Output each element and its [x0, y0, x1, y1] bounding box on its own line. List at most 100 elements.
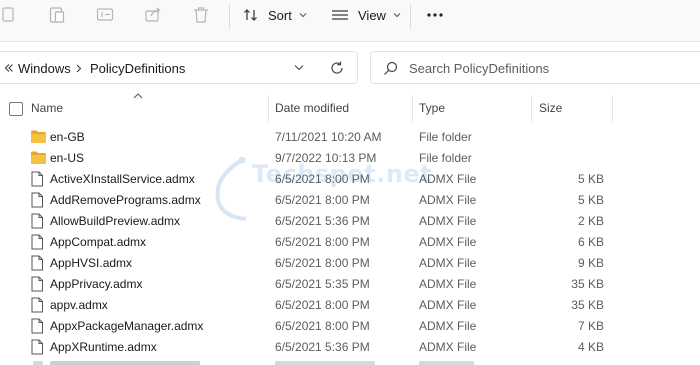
view-label: View [358, 7, 386, 23]
file-name: appv.admx [50, 298, 108, 312]
file-type: ADMX File [419, 214, 477, 228]
search-icon [384, 61, 398, 75]
file-date: 6/5/2021 8:00 PM [275, 172, 370, 186]
breadcrumb-item-windows[interactable]: Windows [18, 61, 71, 76]
list-item[interactable]: ActiveXInstallService.admx 6/5/2021 8:00… [0, 169, 700, 190]
refresh-icon[interactable] [329, 60, 345, 76]
sort-label: Sort [268, 7, 292, 23]
list-item[interactable]: AddRemovePrograms.admx 6/5/2021 8:00 PM … [0, 190, 700, 211]
toolbar-separator [229, 4, 230, 29]
file-date: 6/5/2021 8:00 PM [275, 298, 370, 312]
breadcrumb-overflow-icon[interactable] [4, 63, 14, 73]
document-icon [31, 276, 43, 292]
list-item[interactable]: en-US 9/7/2022 10:13 PM File folder [0, 148, 700, 169]
folder-icon [31, 151, 46, 164]
file-size: 5 KB [577, 172, 604, 186]
document-icon [31, 339, 43, 355]
paste-button[interactable] [48, 4, 66, 26]
file-date: 6/5/2021 5:35 PM [275, 277, 370, 291]
chevron-down-icon [393, 13, 401, 18]
file-type: ADMX File [419, 193, 477, 207]
list-item[interactable]: AppPrivacy.admx 6/5/2021 5:35 PM ADMX Fi… [0, 274, 700, 295]
document-icon [31, 318, 43, 334]
share-icon [145, 7, 161, 22]
column-header-date-modified[interactable]: Date modified [275, 101, 349, 115]
column-header-name[interactable]: Name [31, 101, 63, 115]
file-name: ActiveXInstallService.admx [50, 172, 195, 186]
file-list: en-GB 7/11/2021 10:20 AM File folder en-… [0, 127, 700, 358]
column-header-type[interactable]: Type [419, 101, 445, 115]
file-name: AppPrivacy.admx [50, 277, 143, 291]
file-type: ADMX File [419, 340, 477, 354]
list-item[interactable]: appv.admx 6/5/2021 8:00 PM ADMX File 35 … [0, 295, 700, 316]
file-type: ADMX File [419, 298, 477, 312]
file-name: AllowBuildPreview.admx [50, 214, 181, 228]
toolbar-separator [410, 4, 411, 29]
rename-button[interactable] [96, 4, 114, 26]
file-type: ADMX File [419, 172, 477, 186]
chevron-down-icon [299, 13, 307, 18]
document-icon [31, 192, 43, 208]
file-type: ADMX File [419, 256, 477, 270]
sort-ascending-icon [133, 93, 143, 99]
document-icon [31, 234, 43, 250]
delete-button[interactable] [192, 4, 210, 26]
paste-icon [49, 7, 65, 23]
list-item-partial[interactable] [0, 357, 700, 365]
column-header-size[interactable]: Size [539, 101, 562, 115]
file-date: 6/5/2021 5:36 PM [275, 340, 370, 354]
document-icon [31, 297, 43, 313]
file-type-cutoff [419, 361, 474, 365]
rename-icon [96, 8, 114, 21]
file-date: 6/5/2021 8:00 PM [275, 319, 370, 333]
file-size: 35 KB [571, 298, 604, 312]
document-icon [31, 213, 43, 229]
file-type: File folder [419, 130, 472, 144]
document-icon [31, 171, 43, 187]
file-type: ADMX File [419, 319, 477, 333]
list-item[interactable]: AppCompat.admx 6/5/2021 8:00 PM ADMX Fil… [0, 232, 700, 253]
address-history-dropdown-icon[interactable] [294, 64, 304, 71]
command-bar: Sort View [0, 0, 700, 42]
column-divider[interactable] [268, 95, 269, 123]
search-input[interactable] [409, 59, 689, 77]
file-size: 4 KB [577, 340, 604, 354]
file-type: File folder [419, 151, 472, 165]
delete-icon [194, 7, 208, 23]
list-item[interactable]: AppXRuntime.admx 6/5/2021 5:36 PM ADMX F… [0, 337, 700, 358]
list-item[interactable]: AllowBuildPreview.admx 6/5/2021 5:36 PM … [0, 211, 700, 232]
list-item[interactable]: en-GB 7/11/2021 10:20 AM File folder [0, 127, 700, 148]
toolbar-edge-icon [2, 7, 14, 22]
file-date: 6/5/2021 8:00 PM [275, 235, 370, 249]
breadcrumb-separator-icon [76, 64, 82, 73]
column-divider[interactable] [612, 95, 613, 123]
select-all-checkbox[interactable] [9, 102, 23, 116]
file-size: 7 KB [577, 319, 604, 333]
search-box[interactable] [370, 51, 700, 84]
file-name: AppxPackageManager.admx [50, 319, 204, 333]
column-header: Name Date modified Type Size [0, 93, 700, 123]
column-divider[interactable] [531, 95, 532, 123]
file-date: 6/5/2021 8:00 PM [275, 256, 370, 270]
file-type: ADMX File [419, 235, 477, 249]
list-item[interactable]: AppHVSI.admx 6/5/2021 8:00 PM ADMX File … [0, 253, 700, 274]
list-item[interactable]: AppxPackageManager.admx 6/5/2021 8:00 PM… [0, 316, 700, 337]
file-date-cutoff [275, 361, 375, 365]
scroll-left-button[interactable] [2, 4, 14, 26]
address-bar[interactable]: Windows PolicyDefinitions [0, 51, 358, 84]
folder-icon [31, 130, 46, 143]
share-button[interactable] [144, 4, 162, 26]
file-name-cutoff [50, 361, 200, 365]
more-icon [427, 13, 443, 17]
document-icon [31, 255, 43, 271]
view-button[interactable]: View [331, 4, 401, 26]
sort-button[interactable]: Sort [243, 4, 307, 26]
file-name: AddRemovePrograms.admx [50, 193, 201, 207]
file-name: AppCompat.admx [50, 235, 147, 249]
file-size: 2 KB [577, 214, 604, 228]
breadcrumb-item-policydefinitions[interactable]: PolicyDefinitions [90, 61, 185, 76]
more-options-button[interactable] [426, 4, 444, 26]
column-divider[interactable] [412, 95, 413, 123]
file-name: en-GB [50, 130, 85, 144]
document-icon [33, 361, 43, 365]
